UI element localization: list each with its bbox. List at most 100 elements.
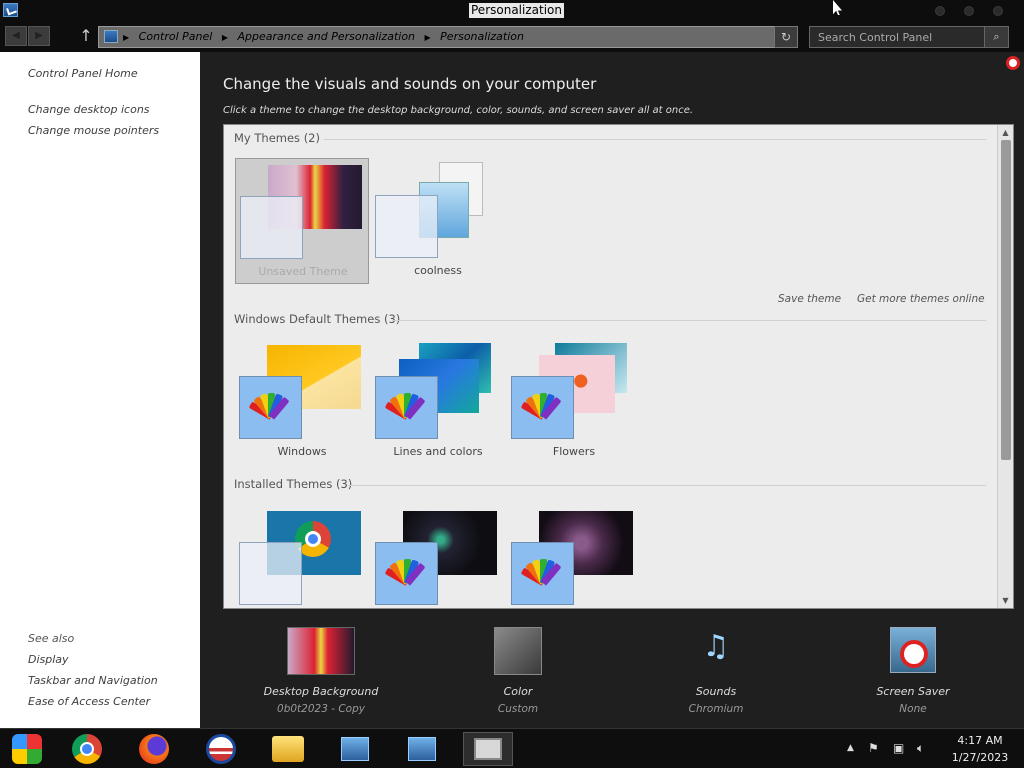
- clock-time: 4:17 AM: [957, 734, 1003, 747]
- theme-installed-dark[interactable]: [371, 505, 505, 608]
- title-bar: Personalization: [0, 0, 1024, 22]
- theme-installed-nebula[interactable]: [507, 505, 641, 608]
- search-icon[interactable]: ⌕: [984, 27, 1008, 47]
- breadcrumb: ▶ Control Panel ▶ Appearance and Persona…: [123, 30, 524, 43]
- taskbar-personalization[interactable]: [463, 732, 513, 766]
- color-fan-icon: [248, 389, 290, 425]
- start-button[interactable]: [2, 732, 52, 766]
- sounds-setting[interactable]: ♫ Sounds Chromium: [646, 627, 786, 717]
- screen-saver-setting[interactable]: Screen Saver None: [843, 627, 983, 717]
- maximize-button[interactable]: [964, 6, 974, 16]
- desktop-background-setting[interactable]: Desktop Background 0b0t2023 - Copy: [251, 627, 391, 717]
- personalization-app-icon: [3, 3, 18, 17]
- my-themes-heading: My Themes (2): [234, 131, 320, 145]
- main-content: Change the visuals and sounds on your co…: [200, 52, 1024, 728]
- theme-windows[interactable]: Windows: [235, 339, 369, 465]
- taskbar-control-panel-2[interactable]: [397, 732, 447, 766]
- mouse-cursor-icon: [833, 0, 842, 15]
- close-button[interactable]: [993, 6, 1003, 16]
- control-panel-icon: [408, 737, 436, 761]
- show-hidden-icons-chevron-icon[interactable]: ▲: [847, 743, 854, 753]
- setting-value: Chromium: [688, 703, 744, 715]
- breadcrumb-control-panel[interactable]: Control Panel: [139, 30, 213, 43]
- ease-of-access-link[interactable]: Ease of Access Center: [28, 695, 150, 708]
- page-title: Change the visuals and sounds on your co…: [223, 75, 597, 93]
- section-divider: [348, 485, 986, 486]
- search-box: ⌕: [809, 26, 1009, 48]
- setting-value: 0b0t2023 - Copy: [277, 703, 365, 715]
- taskbar-chrome[interactable]: [62, 732, 112, 766]
- taskbar-control-panel-1[interactable]: [330, 732, 380, 766]
- action-center-flag-icon[interactable]: ⚑: [868, 741, 879, 755]
- theme-coolness[interactable]: coolness: [371, 158, 505, 284]
- breadcrumb-personalization[interactable]: Personalization: [440, 30, 524, 43]
- display-link[interactable]: Display: [28, 653, 69, 666]
- color-fan-icon: [384, 389, 426, 425]
- personalization-icon: [474, 738, 502, 760]
- theme-color-swatch: [239, 542, 302, 605]
- up-level-button[interactable]: ↑: [78, 26, 94, 46]
- control-panel-icon: [104, 30, 118, 43]
- change-mouse-pointers-link[interactable]: Change mouse pointers: [28, 124, 159, 137]
- color-swatch-icon: [494, 627, 542, 675]
- forward-button[interactable]: ▶: [28, 26, 50, 46]
- theme-color-swatch: [239, 376, 302, 439]
- theme-label: Windows: [277, 445, 327, 458]
- control-panel-home-link[interactable]: Control Panel Home: [28, 67, 138, 80]
- page-subtitle: Click a theme to change the desktop back…: [223, 105, 694, 116]
- color-fan-icon: [520, 389, 562, 425]
- taskbar-firefox[interactable]: [129, 732, 179, 766]
- change-desktop-icons-link[interactable]: Change desktop icons: [28, 103, 150, 116]
- scrollbar-thumb[interactable]: [1001, 140, 1011, 460]
- minimize-button[interactable]: [935, 6, 945, 16]
- navigation-bar: ◀ ▶ ↑ ▶ Control Panel ▶ Appearance and P…: [0, 22, 1024, 52]
- desktop-background-icon: [287, 627, 355, 675]
- setting-name: Screen Saver: [876, 685, 950, 698]
- theme-flowers[interactable]: Flowers: [507, 339, 641, 465]
- screen-saver-icon: [890, 627, 936, 673]
- start-icon: [12, 734, 42, 764]
- refresh-icon[interactable]: ↻: [774, 26, 798, 48]
- taskbar-navigation-link[interactable]: Taskbar and Navigation: [28, 674, 158, 687]
- get-more-themes-link[interactable]: Get more themes online: [857, 293, 985, 305]
- taskbar-file-explorer[interactable]: [263, 732, 313, 766]
- theme-label: coolness: [414, 264, 462, 277]
- window-title: Personalization: [469, 3, 564, 18]
- setting-name: Desktop Background: [263, 685, 379, 698]
- setting-value: None: [899, 703, 927, 715]
- section-divider: [392, 320, 986, 321]
- folder-icon: [272, 736, 304, 762]
- save-theme-link[interactable]: Save theme: [778, 293, 841, 305]
- setting-name: Sounds: [695, 685, 737, 698]
- theme-list-scrollbar[interactable]: ▲ ▼: [997, 125, 1013, 608]
- theme-lines-and-colors[interactable]: Lines and colors: [371, 339, 505, 465]
- installed-themes-heading: Installed Themes (3): [234, 477, 353, 491]
- color-fan-icon: [384, 555, 426, 591]
- back-button[interactable]: ◀: [5, 26, 27, 46]
- address-bar[interactable]: ▶ Control Panel ▶ Appearance and Persona…: [98, 26, 798, 48]
- chrome-icon: [72, 734, 102, 764]
- theme-color-swatch: [375, 376, 438, 439]
- clock[interactable]: 4:17 AM 1/27/2023: [948, 732, 1012, 766]
- theme-installed-chrome[interactable]: [235, 505, 369, 608]
- theme-color-swatch: [375, 195, 438, 258]
- color-setting[interactable]: Color Custom: [448, 627, 588, 717]
- clock-date: 1/27/2023: [951, 751, 1009, 764]
- scroll-down-icon[interactable]: ▼: [998, 593, 1013, 608]
- theme-color-swatch: [511, 542, 574, 605]
- theme-unsaved[interactable]: Unsaved Theme: [235, 158, 369, 284]
- theme-label: Lines and colors: [393, 445, 483, 458]
- control-panel-icon: [341, 737, 369, 761]
- help-icon[interactable]: [1006, 56, 1020, 70]
- network-icon[interactable]: ▣: [893, 741, 904, 755]
- breadcrumb-appearance[interactable]: Appearance and Personalization: [237, 30, 415, 43]
- scroll-up-icon[interactable]: ▲: [998, 125, 1013, 140]
- volume-icon[interactable]: 🔈︎: [917, 741, 924, 756]
- search-input[interactable]: [810, 27, 984, 47]
- setting-name: Color: [503, 685, 533, 698]
- taskbar: ▲ ⚑ ▣ 🔈︎ 4:17 AM 1/27/2023: [0, 728, 1024, 768]
- left-nav-pane: Control Panel Home Change desktop icons …: [0, 52, 200, 728]
- taskbar-obama-logo[interactable]: [196, 732, 246, 766]
- theme-label: Unsaved Theme: [258, 265, 348, 278]
- theme-label: Flowers: [552, 445, 596, 458]
